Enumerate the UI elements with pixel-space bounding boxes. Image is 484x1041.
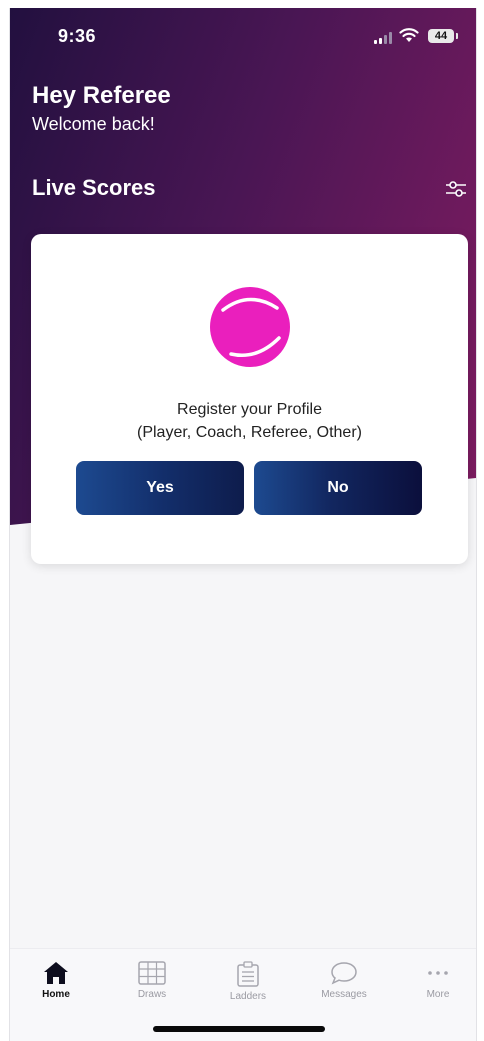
tab-ladders[interactable]: Ladders — [208, 961, 288, 1002]
tab-more[interactable]: More — [398, 961, 476, 1000]
tab-label-messages: Messages — [321, 989, 367, 1000]
tab-messages[interactable]: Messages — [304, 961, 384, 1000]
live-scores-title: Live Scores — [32, 175, 156, 200]
signal-icon — [374, 32, 394, 44]
status-bar: 9:36 44 — [10, 8, 476, 62]
greeting-title: Hey Referee — [32, 82, 171, 109]
register-subtitle: (Player, Coach, Referee, Other) — [137, 424, 362, 441]
home-indicator[interactable] — [153, 1026, 325, 1032]
register-title: Register your Profile — [177, 401, 322, 418]
filter-settings-icon[interactable] — [444, 178, 468, 200]
wifi-icon — [399, 28, 419, 42]
battery-tip — [456, 33, 458, 39]
yes-button[interactable]: Yes — [76, 461, 244, 515]
home-icon — [44, 962, 68, 984]
status-time: 9:36 — [58, 26, 97, 46]
draws-icon — [138, 961, 166, 985]
tab-label-ladders: Ladders — [229, 991, 267, 1002]
welcome-text: Welcome back! — [32, 114, 155, 134]
tab-home[interactable]: Home — [16, 961, 96, 1000]
more-icon — [428, 971, 448, 975]
ladders-icon — [237, 961, 259, 987]
app-screen: 9:36 44 Hey Referee Welcome back! Live S… — [9, 8, 477, 1041]
battery-icon: 44 — [428, 29, 454, 43]
tab-label-more: More — [426, 989, 450, 1000]
register-profile-card: Register your Profile (Player, Coach, Re… — [31, 234, 468, 564]
tab-label-draws: Draws — [137, 989, 167, 1000]
no-button[interactable]: No — [254, 461, 422, 515]
ball-logo-icon — [210, 287, 290, 367]
messages-icon — [331, 962, 357, 985]
tab-draws[interactable]: Draws — [112, 961, 192, 1000]
tab-label-home: Home — [42, 989, 70, 1000]
